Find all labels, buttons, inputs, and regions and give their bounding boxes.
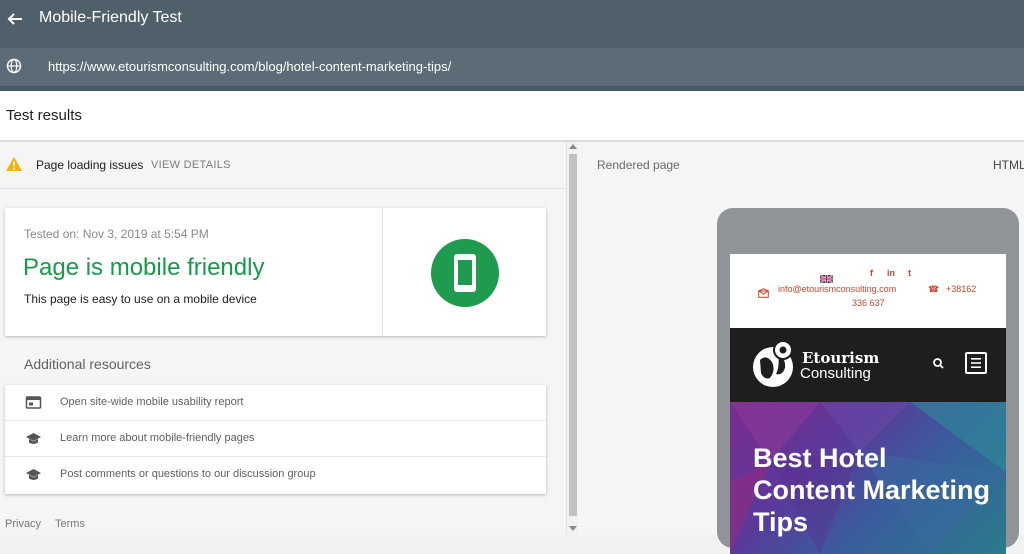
site-email: info@etourismconsulting.com xyxy=(778,284,897,294)
site-topbar: f in t info@etourismconsulting.com ☎ +38… xyxy=(730,254,1006,328)
card-divider xyxy=(382,208,383,336)
verdict-subtitle: This page is easy to use on a mobile dev… xyxy=(24,292,257,306)
resource-item-usability-report[interactable]: Open site-wide mobile usability report xyxy=(5,385,546,421)
app-title: Mobile-Friendly Test xyxy=(39,9,182,26)
school-icon xyxy=(25,467,42,483)
back-arrow-icon[interactable] xyxy=(2,6,28,32)
phone-frame: f in t info@etourismconsulting.com ☎ +38… xyxy=(717,208,1019,554)
rendered-screenshot: f in t info@etourismconsulting.com ☎ +38… xyxy=(730,254,1006,554)
uk-flag-icon xyxy=(819,270,834,284)
verdict-title: Page is mobile friendly xyxy=(23,254,265,281)
scroll-down-arrow-icon[interactable] xyxy=(569,526,577,531)
warning-icon xyxy=(5,156,23,172)
facebook-icon[interactable]: f xyxy=(870,268,873,278)
app-header: Mobile-Friendly Test xyxy=(0,0,1024,48)
tested-on-date: Tested on: Nov 3, 2019 at 5:54 PM xyxy=(24,227,209,241)
school-icon xyxy=(25,431,42,447)
html-tab[interactable]: HTML xyxy=(993,158,1024,172)
resource-item-discussion-group[interactable]: Post comments or questions to our discus… xyxy=(5,457,546,493)
resource-label: Learn more about mobile-friendly pages xyxy=(60,432,255,444)
mobile-friendly-icon xyxy=(431,239,499,307)
resource-item-learn-more[interactable]: Learn more about mobile-friendly pages xyxy=(5,421,546,457)
site-navbar: Etourism Consulting xyxy=(730,328,1006,402)
tested-url[interactable]: https://www.etourismconsulting.com/blog/… xyxy=(48,59,451,74)
hamburger-menu-icon[interactable] xyxy=(965,352,987,374)
site-logo-subtitle: Consulting xyxy=(800,365,871,382)
scroll-up-arrow-icon[interactable] xyxy=(569,144,577,149)
rendered-page-panel: Rendered page HTML f in t info@etourismc… xyxy=(578,142,1024,554)
rendered-page-tab[interactable]: Rendered page xyxy=(597,158,680,172)
additional-resources-title: Additional resources xyxy=(24,356,151,372)
url-bar: https://www.etourismconsulting.com/blog/… xyxy=(0,48,1024,86)
results-title: Test results xyxy=(6,107,82,124)
report-icon xyxy=(25,395,42,411)
site-phone: +38162 xyxy=(946,284,977,294)
twitter-icon[interactable]: t xyxy=(908,268,911,278)
site-phone-continued: 336 637 xyxy=(852,298,885,308)
mail-icon xyxy=(757,285,770,298)
phone-icon: ☎ xyxy=(928,284,940,294)
scrollbar[interactable] xyxy=(566,142,578,535)
globe-icon xyxy=(6,58,22,74)
issues-label: Page loading issues xyxy=(36,158,144,172)
results-header: Test results xyxy=(0,91,1024,141)
privacy-link[interactable]: Privacy xyxy=(5,518,41,530)
site-logo-icon xyxy=(752,340,798,390)
linkedin-icon[interactable]: in xyxy=(887,268,895,278)
issues-bar: Page loading issues VIEW DETAILS xyxy=(0,142,566,189)
resources-list: Open site-wide mobile usability report L… xyxy=(5,385,546,494)
view-details-button[interactable]: VIEW DETAILS xyxy=(151,159,231,171)
scrollbar-thumb[interactable] xyxy=(569,154,577,516)
results-panel: Page loading issues VIEW DETAILS Tested … xyxy=(0,142,566,535)
terms-link[interactable]: Terms xyxy=(55,518,85,530)
resource-label: Open site-wide mobile usability report xyxy=(60,396,244,408)
site-hero: Best Hotel Content Marketing Tips xyxy=(730,402,1006,554)
site-hero-title: Best Hotel Content Marketing Tips xyxy=(753,443,991,537)
result-card: Tested on: Nov 3, 2019 at 5:54 PM Page i… xyxy=(5,208,546,336)
resource-label: Post comments or questions to our discus… xyxy=(60,468,316,480)
search-icon[interactable] xyxy=(932,357,946,371)
